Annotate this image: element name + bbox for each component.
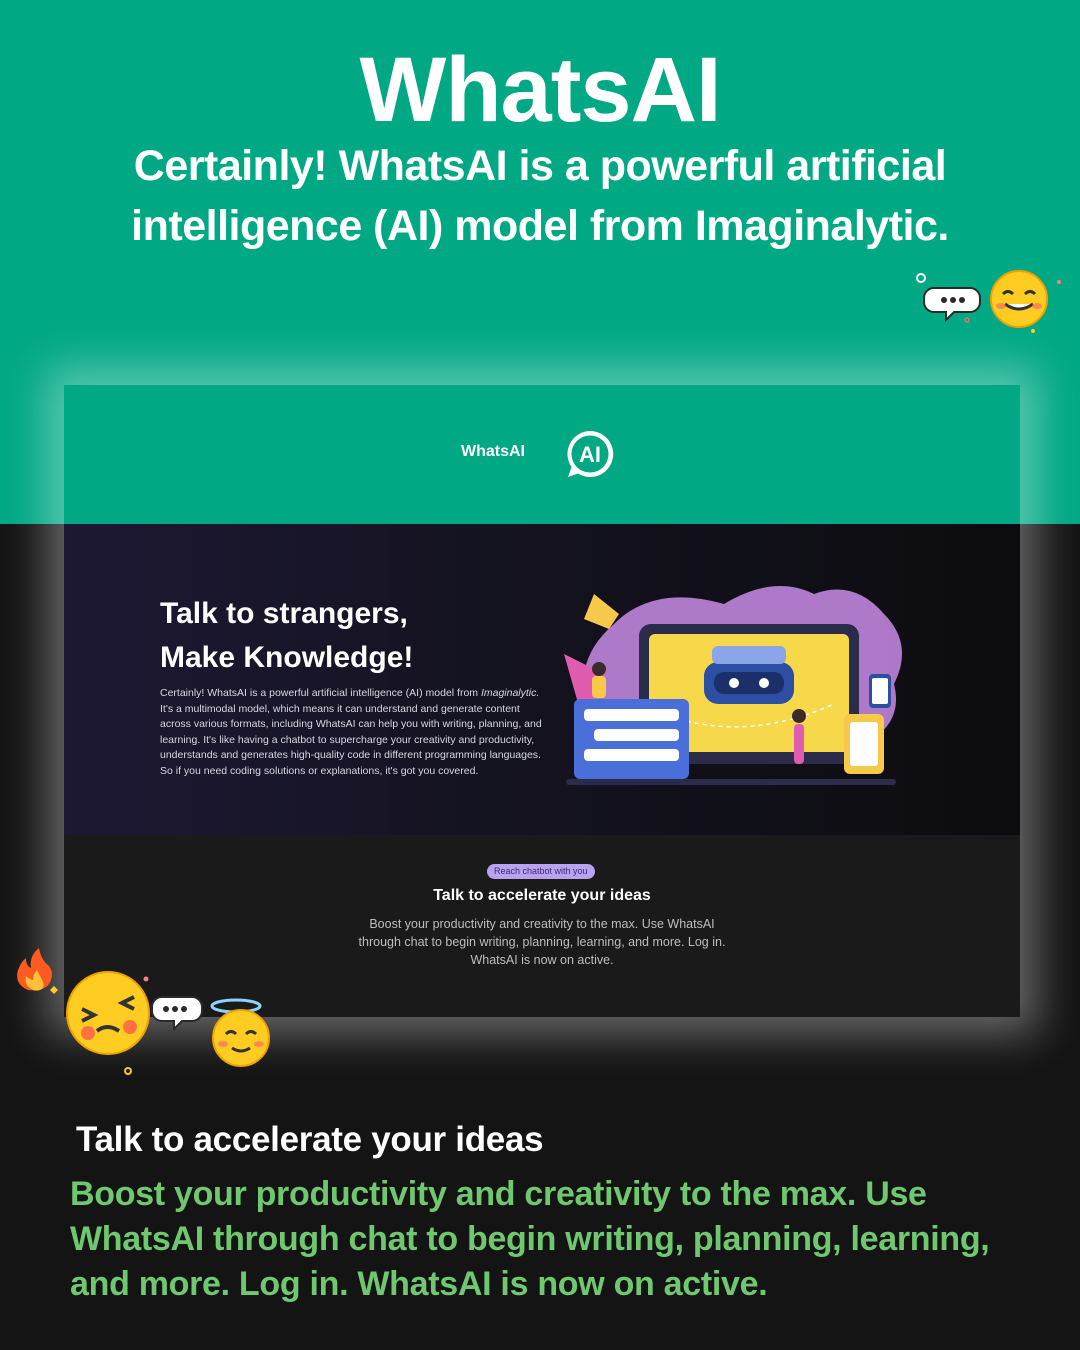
hero-text-part1: Certainly! WhatsAI is a powerful artific…: [160, 687, 481, 699]
promo-title: WhatsAI: [359, 39, 722, 141]
hero-description: Certainly! WhatsAI is a powerful artific…: [160, 686, 544, 780]
hero-title-line1: Talk to strangers,: [160, 597, 408, 630]
section-title: Talk to accelerate your ideas: [433, 887, 651, 904]
website-screenshot: WhatsAI AI Talk to strangers, Make Knowl…: [64, 385, 1020, 1017]
site-brand[interactable]: WhatsAI: [461, 443, 525, 461]
angel-emoji-icon: [210, 998, 270, 1067]
hero-title-line2: Make Knowledge!: [160, 641, 414, 674]
angry-emoji-icon: [66, 971, 203, 1075]
whatsai-logo-icon[interactable]: AI: [564, 428, 616, 480]
hero-title: Talk to strangers, Make Knowledge!: [160, 592, 413, 680]
cta-text: Boost your productivity and creativity t…: [70, 1175, 990, 1303]
svg-text:AI: AI: [579, 442, 601, 467]
site-header: WhatsAI AI: [64, 385, 1020, 524]
hero-text-company: Imaginalytic.: [480, 687, 540, 699]
cta-title: Talk to accelerate your ideas: [76, 1120, 544, 1159]
grinning-emoji-icon: [990, 270, 1061, 333]
hero-text-part2: It's a multimodal model, which means it …: [160, 702, 542, 777]
fire-emoji-icon: [17, 948, 58, 994]
section-text: Boost your productivity and creativity t…: [358, 917, 726, 967]
promo-subtitle: Certainly! WhatsAI is a powerful artific…: [131, 142, 949, 250]
robot-illustration: [564, 586, 902, 785]
hero-section: Talk to strangers, Make Knowledge! Certa…: [64, 524, 1020, 835]
section-badge: Reach chatbot with you: [487, 864, 595, 879]
